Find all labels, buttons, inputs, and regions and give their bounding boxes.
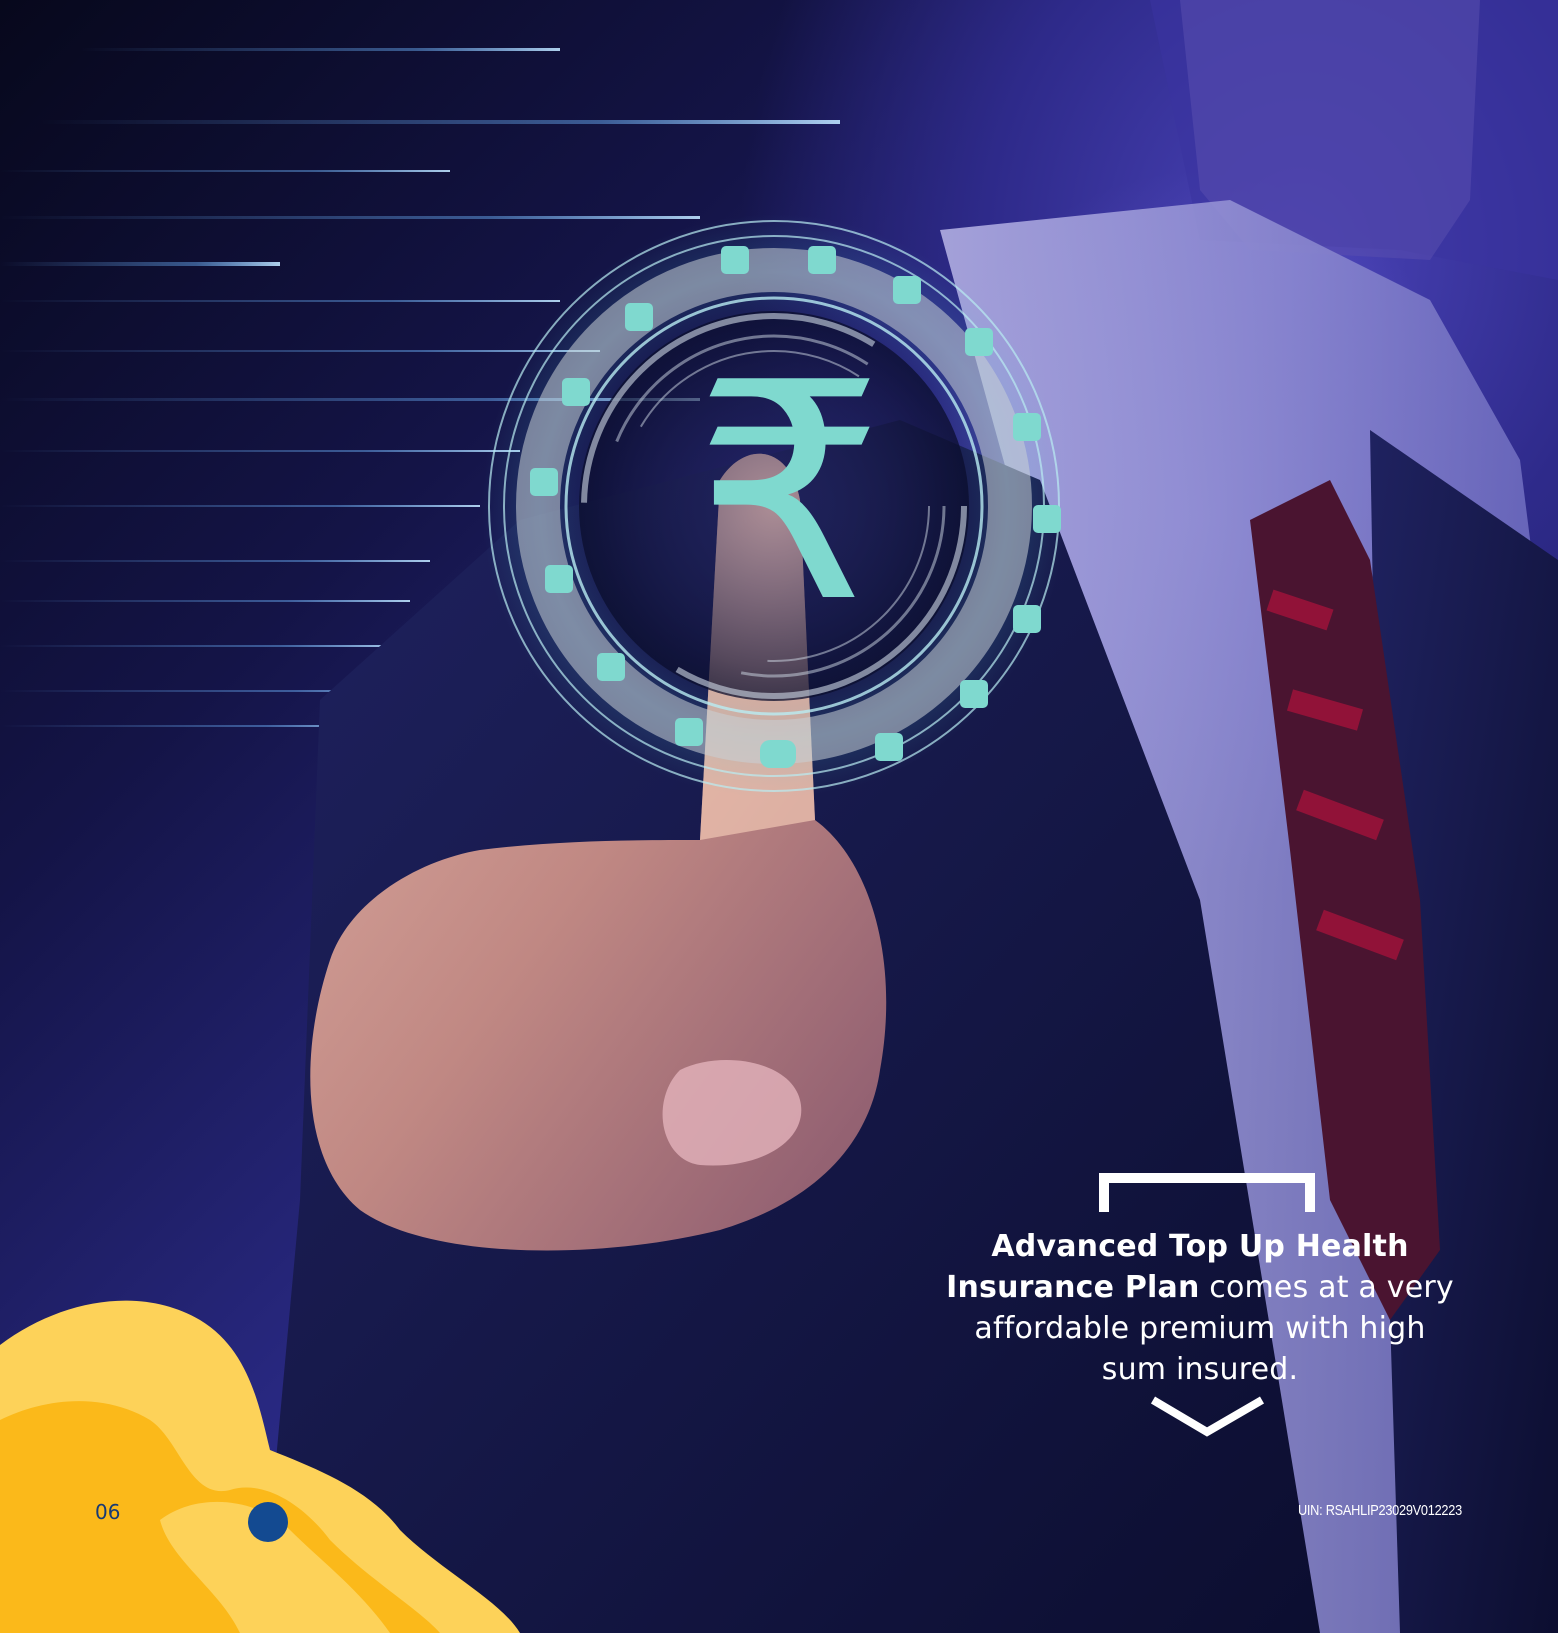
blue-dot [248, 1502, 288, 1542]
page-number: 06 [95, 1500, 121, 1524]
uin-code: UIN: RSAHLIP23029V012223 [1298, 1502, 1462, 1519]
rupee-symbol: ₹ [694, 319, 885, 668]
plan-caption: Advanced Top Up Health Insurance Plan co… [940, 1226, 1460, 1390]
brochure-page: ₹ Advanced Top Up Health Insurance Plan … [0, 0, 1558, 1633]
